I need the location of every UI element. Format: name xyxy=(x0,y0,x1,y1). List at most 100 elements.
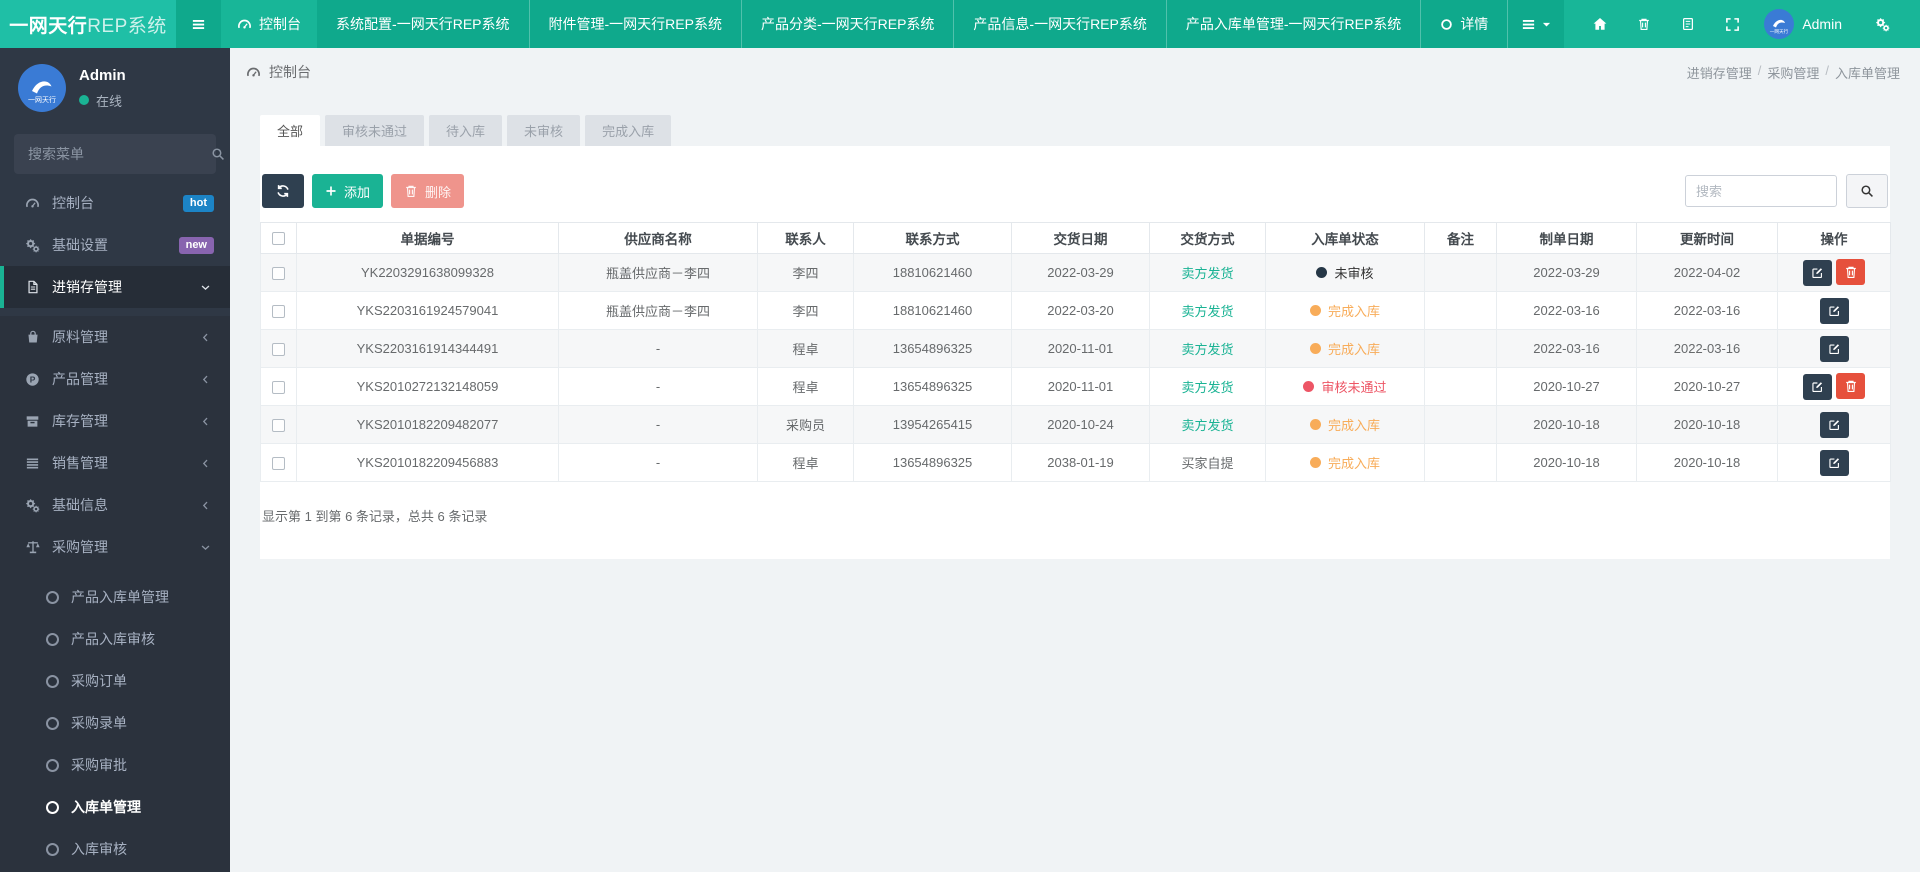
filter-tab-完成入库[interactable]: 完成入库 xyxy=(585,115,672,146)
breadcrumb-separator: / xyxy=(1757,62,1762,78)
row-edit-button[interactable] xyxy=(1803,373,1832,400)
cell-contact: 采购员 xyxy=(757,405,854,444)
trash-button[interactable] xyxy=(1622,17,1666,31)
caret-down-icon xyxy=(1542,20,1551,29)
sidebar-subitem-采购订单[interactable]: 采购订单 xyxy=(0,660,230,702)
cell-supplier: - xyxy=(558,329,758,368)
row-checkbox[interactable] xyxy=(272,267,285,281)
cell-status: 完成入库 xyxy=(1265,291,1425,330)
row-edit-button[interactable] xyxy=(1819,335,1849,362)
sidebar-item-采购管理[interactable]: 采购管理 xyxy=(0,526,230,568)
nav-page-tab[interactable]: 产品分类-一网天行REP系统 xyxy=(741,0,955,48)
filter-tabs: 全部 审核未通过 待入库 未审核 完成入库 xyxy=(260,115,1890,146)
circle-o-icon xyxy=(46,590,59,604)
sidebar-item-控制台[interactable]: 控制台 hot xyxy=(0,182,230,224)
sidebar-subitem-产品入库单管理[interactable]: 产品入库单管理 xyxy=(0,576,230,618)
sidebar-toggle-button[interactable] xyxy=(176,0,222,48)
avatar-logo-icon: 一网天行 xyxy=(18,64,66,112)
row-checkbox[interactable] xyxy=(272,457,285,471)
cell-actions xyxy=(1777,291,1891,330)
cell-delivery-type: 买家自提 xyxy=(1149,443,1266,482)
sidebar-item-原料管理[interactable]: 原料管理 xyxy=(0,316,230,358)
sidebar-subitem-采购录单[interactable]: 采购录单 xyxy=(0,702,230,744)
sidebar-item-进销存管理[interactable]: 进销存管理 xyxy=(0,266,230,308)
chevron-left-icon xyxy=(197,416,214,427)
sidebar-item-基础设置[interactable]: 基础设置 new xyxy=(0,224,230,266)
row-edit-button[interactable] xyxy=(1819,411,1849,438)
nav-page-tab[interactable]: 产品信息-一网天行REP系统 xyxy=(954,0,1167,48)
cell-created: 2020-10-18 xyxy=(1496,405,1637,444)
circle-o-icon xyxy=(46,800,59,814)
nav-page-tab[interactable]: 附件管理-一网天行REP系统 xyxy=(529,0,742,48)
cell-updated: 2022-03-16 xyxy=(1636,329,1778,368)
nav-page-tab[interactable]: 产品入库单管理-一网天行REP系统 xyxy=(1166,0,1422,48)
fullscreen-button[interactable] xyxy=(1710,17,1754,32)
profile-status: 在线 xyxy=(79,91,126,110)
row-checkbox[interactable] xyxy=(272,305,285,319)
breadcrumb-home[interactable]: 控制台 xyxy=(269,62,311,82)
sidebar-item-基础信息[interactable]: 基础信息 xyxy=(0,484,230,526)
user-avatar[interactable]: 一网天行 xyxy=(1764,9,1795,39)
cell-created: 2020-10-18 xyxy=(1496,443,1637,482)
navbar-username[interactable]: Admin xyxy=(1802,16,1842,32)
add-button[interactable]: 添加 xyxy=(312,174,384,208)
table-search-button[interactable] xyxy=(1846,174,1888,208)
sidebar-subitem-采购审批[interactable]: 采购审批 xyxy=(0,744,230,786)
status-badge: 完成入库 xyxy=(1309,453,1380,472)
sidebar-subitem-产品入库审核[interactable]: 产品入库审核 xyxy=(0,618,230,660)
row-checkbox[interactable] xyxy=(272,419,285,433)
row-checkbox[interactable] xyxy=(272,381,285,395)
breadcrumb: 控制台 xyxy=(246,62,311,82)
table-search-input[interactable] xyxy=(1685,175,1837,207)
row-delete-button[interactable] xyxy=(1836,259,1865,286)
chevron-down-icon xyxy=(197,282,214,293)
sidebar-subitem-入库单管理[interactable]: 入库单管理 xyxy=(0,786,230,828)
status-label: 完成入库 xyxy=(1327,456,1380,471)
select-all-checkbox[interactable] xyxy=(272,232,285,246)
nav-menu-dropdown[interactable] xyxy=(1508,0,1565,48)
row-edit-button[interactable] xyxy=(1819,297,1849,324)
avatar[interactable]: 一网天行 xyxy=(18,64,66,112)
breadcrumb-item[interactable]: 进销存管理 xyxy=(1687,63,1752,82)
badge-new: new xyxy=(178,236,214,254)
nav-dashboard-label: 控制台 xyxy=(259,16,302,32)
edit-icon xyxy=(1811,380,1824,393)
sidebar-menu: 控制台 hot 基础设置 new 进销存管理 xyxy=(0,182,230,308)
row-checkbox[interactable] xyxy=(272,343,285,357)
log-button[interactable] xyxy=(1666,17,1710,31)
cell-delivery-date: 2020-11-01 xyxy=(1011,329,1150,368)
sidebar-item-销售管理[interactable]: 销售管理 xyxy=(0,442,230,484)
filter-tab-未审核[interactable]: 未审核 xyxy=(507,115,581,146)
filter-tab-待入库[interactable]: 待入库 xyxy=(429,115,503,146)
cell-phone: 13654896325 xyxy=(853,367,1012,406)
row-edit-button[interactable] xyxy=(1803,259,1832,286)
nav-page-tab[interactable]: 系统配置-一网天行REP系统 xyxy=(317,0,530,48)
breadcrumb-item[interactable]: 入库单管理 xyxy=(1835,63,1900,82)
cell-actions xyxy=(1777,253,1891,292)
filter-tab-审核未通过[interactable]: 审核未通过 xyxy=(325,115,425,146)
nav-detail-tab[interactable]: 详情 xyxy=(1421,0,1509,48)
chevron-left-icon xyxy=(197,458,214,469)
settings-button[interactable] xyxy=(1860,17,1904,32)
sidebar-search-input[interactable] xyxy=(26,145,211,163)
online-dot-icon xyxy=(79,95,89,105)
cell-delivery-date: 2020-11-01 xyxy=(1011,367,1150,406)
row-edit-button[interactable] xyxy=(1819,449,1849,476)
sidebar-submenu: 产品入库单管理产品入库审核采购订单采购录单采购审批入库单管理入库审核退货单管理 xyxy=(0,576,230,872)
refresh-button[interactable] xyxy=(262,174,304,208)
breadcrumb-item[interactable]: 采购管理 xyxy=(1767,63,1819,82)
delete-button[interactable]: 删除 xyxy=(391,174,465,208)
sidebar-item-产品管理[interactable]: P 产品管理 xyxy=(0,358,230,400)
sidebar-subitem-入库审核[interactable]: 入库审核 xyxy=(0,828,230,870)
row-delete-button[interactable] xyxy=(1836,373,1865,400)
delivery-type-label: 卖方发货 xyxy=(1181,342,1234,357)
refresh-icon xyxy=(276,184,290,198)
app-logo[interactable]: 一网天行 REP系统 xyxy=(0,0,177,48)
list-icon xyxy=(24,456,41,471)
trash-icon xyxy=(1844,265,1858,279)
sidebar-item-库存管理[interactable]: 库存管理 xyxy=(0,400,230,442)
filter-tab-全部[interactable]: 全部 xyxy=(260,115,321,146)
nav-dashboard-tab[interactable]: 控制台 xyxy=(221,0,317,48)
search-icon xyxy=(211,147,225,161)
home-button[interactable] xyxy=(1578,16,1622,32)
